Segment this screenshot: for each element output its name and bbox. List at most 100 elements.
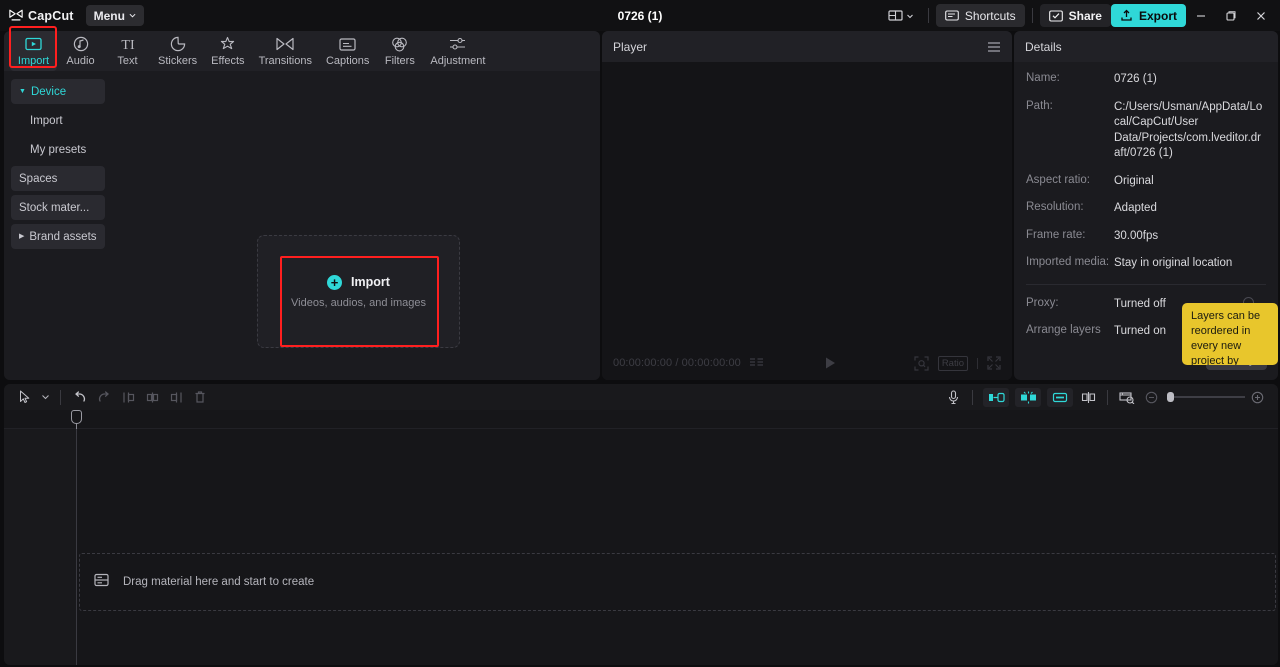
tab-import[interactable]: Import <box>10 31 57 71</box>
redo-button[interactable] <box>92 386 116 408</box>
detail-label: Path: <box>1026 99 1053 112</box>
zoom-crop-icon[interactable] <box>914 355 929 371</box>
title-bar-actions: Shortcuts Share Export <box>881 0 1280 31</box>
app-brand: CapCut <box>0 9 74 23</box>
split-clip-button[interactable] <box>1076 386 1100 408</box>
minimize-button[interactable] <box>1186 0 1216 31</box>
import-cta: + Import <box>327 274 390 290</box>
split-left-button[interactable] <box>116 386 140 408</box>
tab-adjustment[interactable]: Adjustment <box>423 31 492 71</box>
timeline-dropzone[interactable]: Drag material here and start to create <box>79 553 1276 611</box>
captions-icon <box>339 36 356 53</box>
trash-icon <box>195 390 205 403</box>
sidebar-item-my-presets[interactable]: My presets <box>11 137 105 162</box>
detail-row-resolution: Resolution: Adapted <box>1026 201 1266 217</box>
sidebar-item-label: Brand assets <box>29 230 97 243</box>
tab-effects[interactable]: Effects <box>204 31 251 71</box>
import-dropzone[interactable]: + Import Videos, audios, and images <box>257 235 460 348</box>
details-header: Details <box>1014 31 1278 62</box>
menu-button[interactable]: Menu <box>85 5 144 26</box>
export-button[interactable]: Export <box>1110 4 1186 27</box>
split-button[interactable] <box>140 386 164 408</box>
fullscreen-button[interactable] <box>987 356 1001 370</box>
share-label: Share <box>1068 8 1102 23</box>
magnet-right-icon <box>1052 392 1067 402</box>
zoom-slider-track[interactable] <box>1167 392 1245 402</box>
tab-transitions[interactable]: Transitions <box>252 31 319 71</box>
zoom-out-icon <box>1145 391 1157 403</box>
maximize-button[interactable] <box>1216 0 1246 31</box>
tab-stickers[interactable]: Stickers <box>151 31 204 71</box>
divider <box>60 389 61 405</box>
play-button[interactable] <box>824 356 836 370</box>
undo-button[interactable] <box>68 386 92 408</box>
player-header: Player <box>602 31 1012 62</box>
sidebar-item-device[interactable]: ▼ Device <box>11 79 105 104</box>
layout-button[interactable] <box>881 4 921 28</box>
shortcuts-button[interactable]: Shortcuts <box>935 4 1025 27</box>
share-button[interactable]: Share <box>1039 4 1111 27</box>
player-menu-button[interactable] <box>987 41 1001 53</box>
record-voiceover-button[interactable] <box>941 386 965 408</box>
tool-dropdown[interactable] <box>37 386 53 408</box>
split-right-button[interactable] <box>164 386 188 408</box>
playhead[interactable] <box>71 410 82 430</box>
timeline-zoom-slider[interactable] <box>1167 392 1245 402</box>
sidebar-item-brand-assets[interactable]: ▶ Brand assets <box>11 224 105 249</box>
text-tt-icon: TI <box>118 36 138 53</box>
tab-captions[interactable]: Captions <box>319 31 376 71</box>
chevron-down-icon <box>907 14 913 18</box>
playhead-handle[interactable] <box>71 410 82 424</box>
panel-layout-icon <box>888 10 903 21</box>
triangle-right-icon: ▶ <box>19 233 25 240</box>
sidebar-item-label: Stock mater... <box>19 201 90 214</box>
zoom-slider-knob[interactable] <box>1167 392 1174 402</box>
frame-list-icon[interactable] <box>749 357 764 369</box>
detail-value: Stay in original location <box>1114 257 1233 270</box>
divider <box>977 357 978 369</box>
detail-label: Resolution: <box>1026 201 1084 214</box>
arrange-layers-tooltip: Layers can be reordered in every new pro… <box>1182 303 1278 365</box>
split-right-icon <box>170 392 182 402</box>
close-icon <box>1257 11 1265 20</box>
split-clip-icon <box>1081 391 1095 403</box>
media-panel: Import Audio TI Text Stickers Effects Tr… <box>4 26 600 380</box>
detail-row-imported-media: Imported media: Stay in original locatio… <box>1026 256 1266 272</box>
capcut-window: CapCut Menu 0726 (1) Shortcuts Share Exp… <box>0 0 1280 667</box>
divider <box>1031 8 1033 23</box>
zoom-in-button[interactable] <box>1245 386 1269 408</box>
sidebar-item-import[interactable]: Import <box>11 108 105 133</box>
timeline-drop-hint: Drag material here and start to create <box>123 576 315 588</box>
export-label: Export <box>1138 8 1177 23</box>
delete-button[interactable] <box>188 386 212 408</box>
tab-audio[interactable]: Audio <box>57 31 104 71</box>
select-cursor-tool[interactable] <box>13 386 37 408</box>
sidebar-item-spaces[interactable]: Spaces <box>11 166 105 191</box>
zoom-in-icon <box>1251 391 1263 403</box>
divider <box>1026 283 1266 285</box>
auto-snap-toggle[interactable] <box>1015 387 1041 407</box>
tab-label: Adjustment <box>430 54 486 67</box>
detail-value: 0726 (1) <box>1114 73 1157 85</box>
close-button[interactable] <box>1246 0 1276 31</box>
auto-attach-toggle[interactable] <box>983 387 1009 407</box>
link-toggle[interactable] <box>1047 387 1073 407</box>
detail-label: Imported media: <box>1026 256 1110 269</box>
capcut-logo-icon <box>9 9 23 21</box>
player-title: Player <box>613 39 648 54</box>
zoom-out-button[interactable] <box>1139 386 1163 408</box>
tab-label: Filters <box>384 54 415 67</box>
sidebar-item-stock-materials[interactable]: Stock mater... <box>11 195 105 220</box>
tab-filters[interactable]: Filters <box>376 31 423 71</box>
detail-row-frame-rate: Frame rate: 30.00fps <box>1026 229 1266 245</box>
player-canvas[interactable] <box>602 62 1012 346</box>
divider <box>972 389 973 405</box>
ratio-button[interactable]: Ratio <box>937 355 968 371</box>
timeline-ruler[interactable] <box>4 410 1278 430</box>
tab-label: Effects <box>211 54 245 67</box>
timeline-tracks[interactable]: Drag material here and start to create <box>4 429 1278 665</box>
tab-text[interactable]: TI Text <box>104 31 151 71</box>
detail-row-name: Name: 0726 (1) <box>1026 72 1266 88</box>
preview-thumbnails-button[interactable] <box>1115 386 1139 408</box>
maximize-icon <box>1226 10 1236 21</box>
